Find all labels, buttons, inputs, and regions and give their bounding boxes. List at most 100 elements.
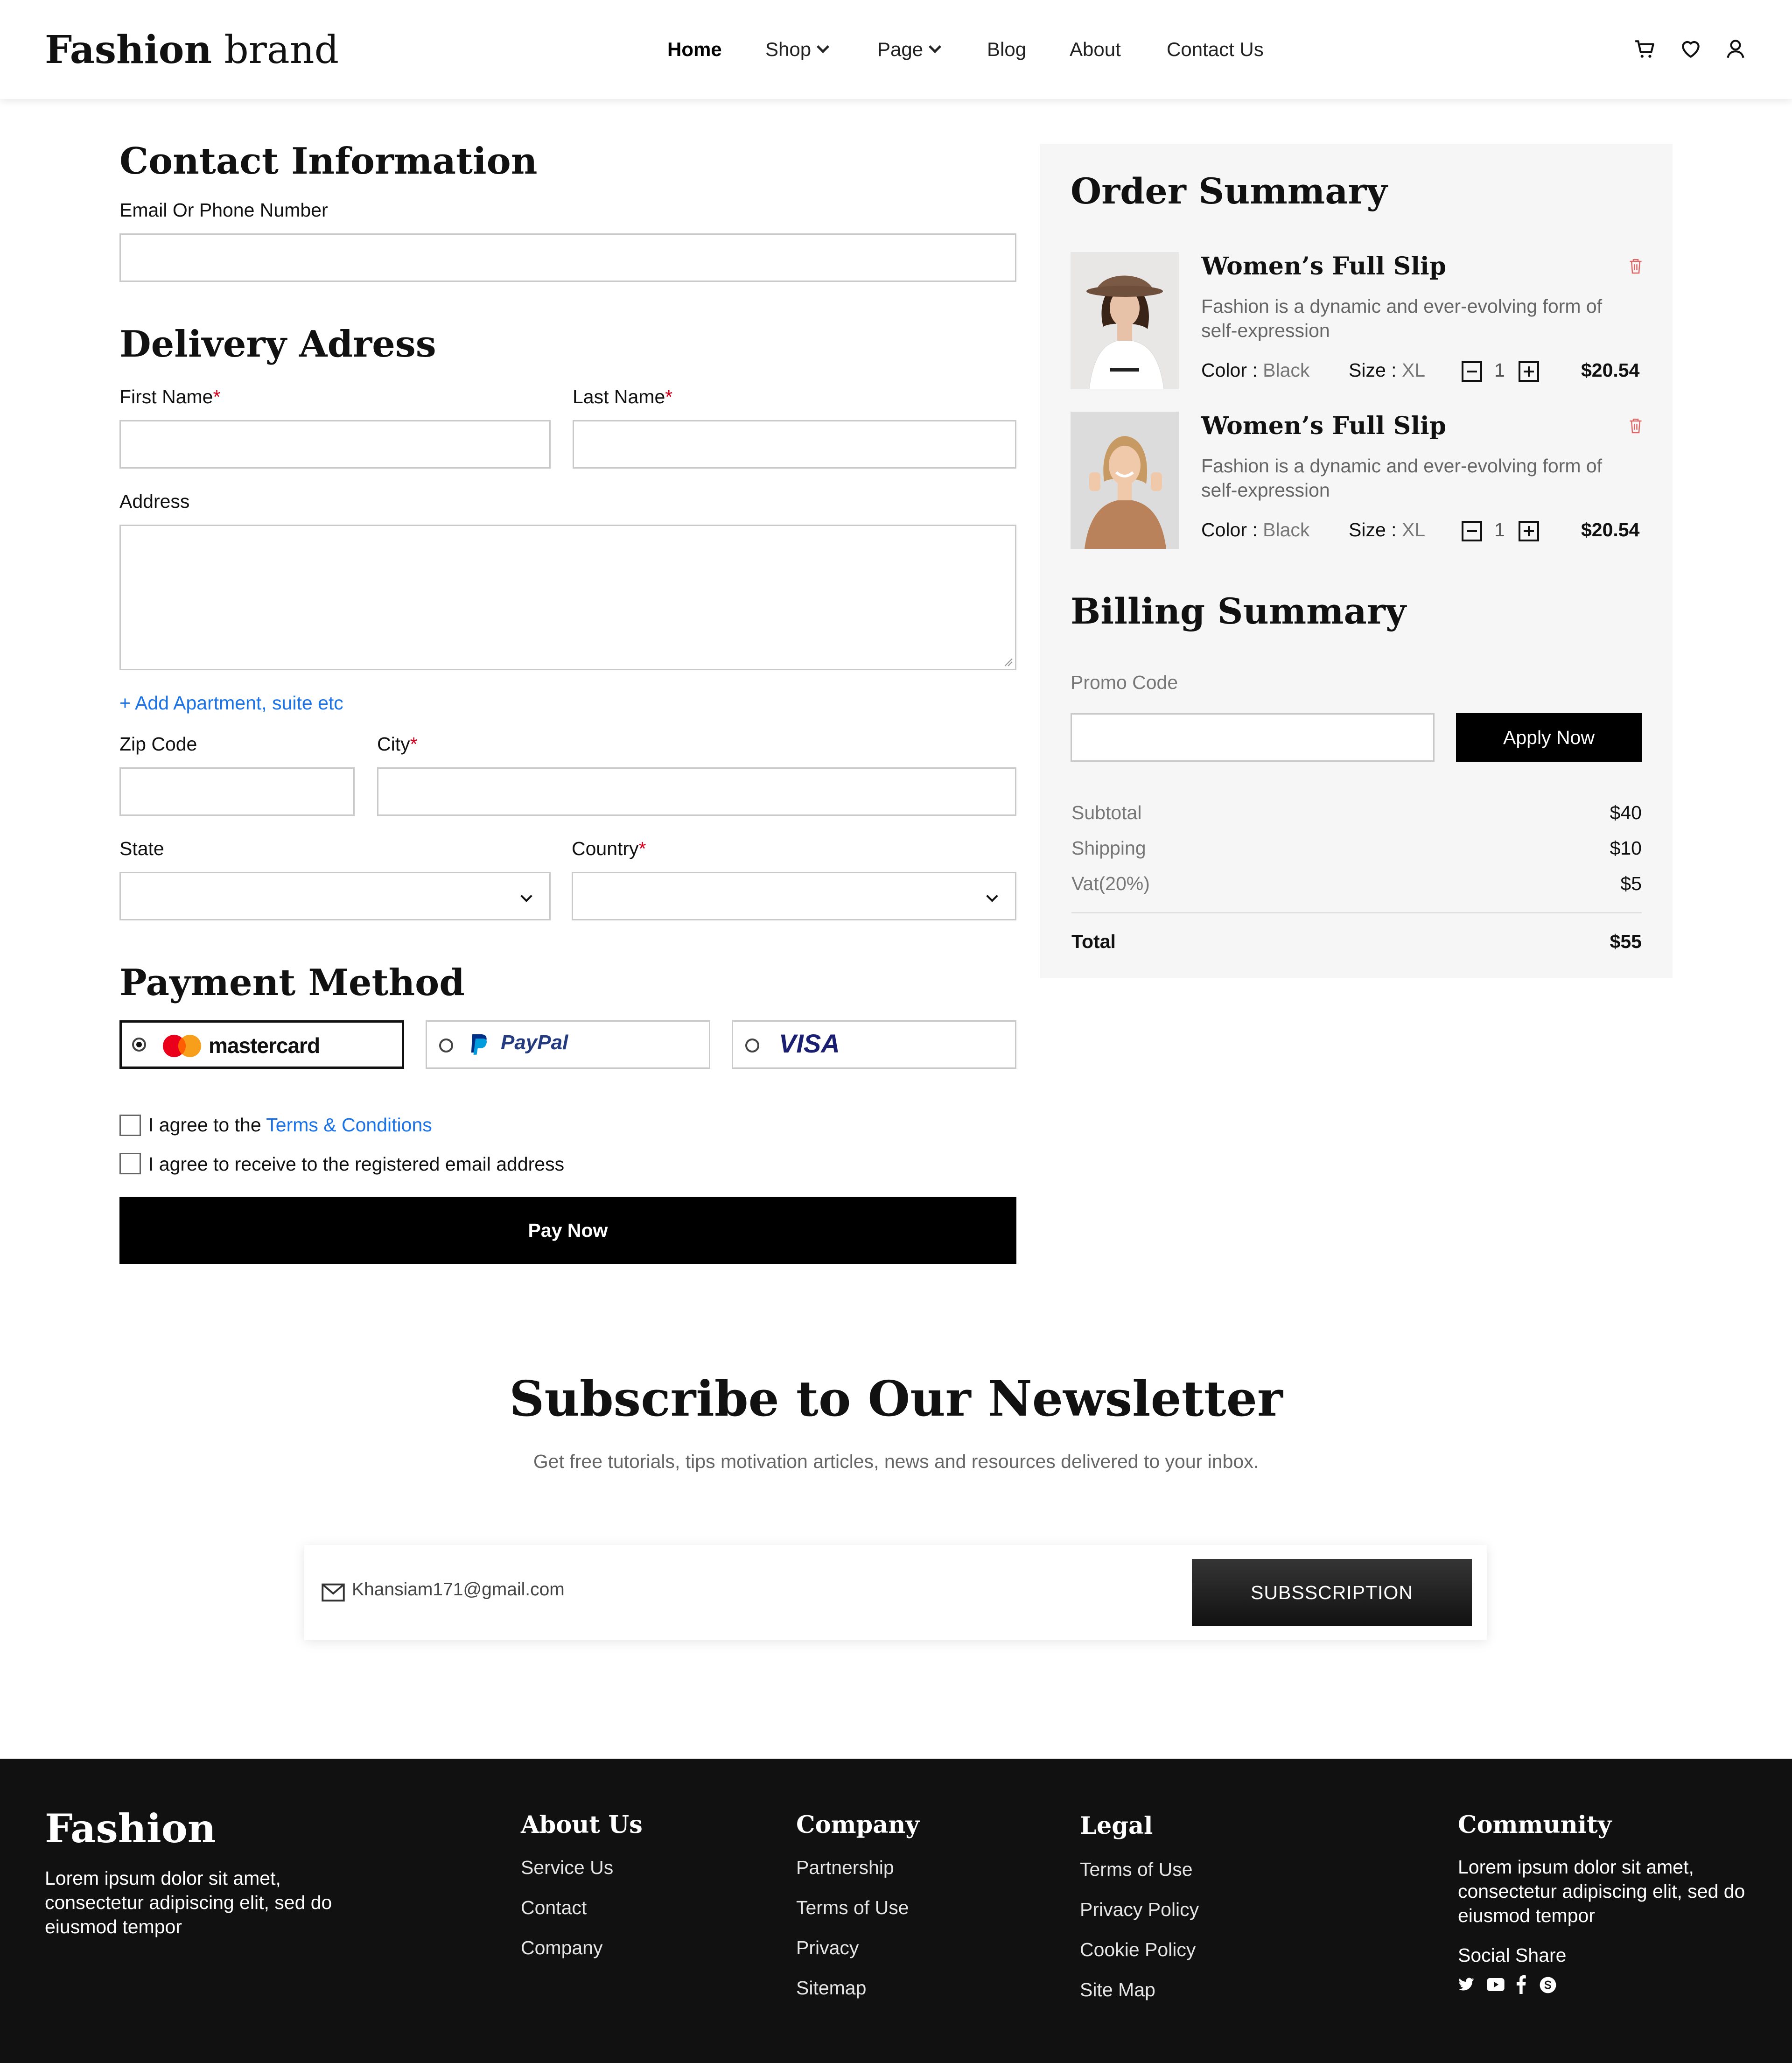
contact-title: Contact Information [119,140,538,182]
country-select[interactable] [572,872,1016,920]
nav-shop-label: Shop [765,38,812,60]
product-description: Fashion is a dynamic and ever-evolving f… [1201,295,1603,341]
footer-link-privacy[interactable]: Privacy [796,1937,859,1959]
payment-title: Payment Method [119,961,465,1004]
footer-brand-text: Lorem ipsum dolor sit amet, consectetur … [45,1867,332,1937]
email-consent-checkbox[interactable] [119,1153,141,1174]
product-price: $20.54 [1581,519,1640,540]
mastercard-logo-icon [163,1035,201,1057]
chevron-down-icon [817,41,830,53]
social-share-label: Social Share [1458,1944,1567,1966]
address-textarea[interactable] [119,525,1016,670]
footer-link-cookie-policy[interactable]: Cookie Policy [1080,1939,1196,1961]
email-field[interactable] [119,233,1016,282]
brand-logo[interactable]: Fashion brand [45,24,339,76]
delivery-title: Delivery Adress [119,323,436,365]
heart-icon[interactable] [1679,37,1702,61]
nav-page[interactable]: Page [877,35,942,63]
footer-community-title: Community [1458,1811,1612,1839]
qty-increase-button[interactable] [1519,361,1539,382]
shipping-label: Shipping [1071,837,1146,859]
footer-link-sitemap[interactable]: Sitemap [796,1977,866,1999]
nav-about[interactable]: About [1070,35,1121,63]
paypal-label: PayPal [501,1031,568,1054]
footer-link-terms-of-use[interactable]: Terms of Use [1080,1859,1193,1881]
vat-label: Vat(20%) [1071,873,1150,894]
footer-link-contact[interactable]: Contact [521,1897,587,1919]
product-title[interactable]: Women’s Full Slip [1201,412,1446,440]
footer-brand[interactable]: Fashion [45,1805,216,1852]
qty-value: 1 [1494,359,1505,381]
terms-link[interactable]: Terms & Conditions [266,1114,432,1136]
add-apartment-link[interactable]: + Add Apartment, suite etc [119,690,343,716]
color-value: Black [1263,519,1310,540]
payment-option-paypal[interactable]: PayPal [426,1020,710,1069]
radio-unselected[interactable] [439,1039,453,1053]
city-field[interactable] [377,767,1016,816]
last-name-label: Last Name* [573,384,672,410]
total-row: Total $55 [1071,931,1642,953]
trash-icon[interactable] [1629,258,1643,274]
product-price: $20.54 [1581,359,1640,381]
product-image[interactable] [1071,252,1179,389]
state-select[interactable] [119,872,551,920]
footer-link-company[interactable]: Company [521,1937,602,1959]
qty-increase-button[interactable] [1519,521,1539,541]
footer-link-service-us[interactable]: Service Us [521,1857,613,1879]
qty-decrease-button[interactable] [1462,361,1482,382]
user-icon[interactable] [1724,37,1747,61]
radio-selected[interactable] [132,1038,146,1052]
twitter-icon[interactable] [1458,1977,1475,1992]
terms-agree-text: I agree to the Terms & Conditions [148,1112,432,1138]
email-label: Email Or Phone Number [119,199,328,221]
nav-blog[interactable]: Blog [987,35,1026,63]
product-title[interactable]: Women’s Full Slip [1201,252,1446,281]
terms-checkbox[interactable] [119,1115,141,1136]
country-label-text: Country [572,838,639,859]
promo-code-input[interactable] [1071,713,1435,762]
footer-legal-title: Legal [1080,1812,1153,1840]
payment-option-visa[interactable]: VISA [732,1020,1016,1069]
payment-option-mastercard[interactable]: mastercard [119,1020,404,1069]
footer-link-partnership[interactable]: Partnership [796,1857,894,1879]
site-header: Fashion brand Home Shop Page Blog About … [0,0,1792,99]
nav-home[interactable]: Home [667,35,722,63]
nav-contact[interactable]: Contact Us [1167,35,1264,63]
shipping-value: $10 [1610,837,1642,859]
qty-decrease-button[interactable] [1462,521,1482,541]
vat-value: $5 [1620,873,1642,894]
newsletter-title: Subscribe to Our Newsletter [509,1370,1283,1427]
newsletter-email-input[interactable]: Khansiam171@gmail.com [352,1579,565,1600]
mail-icon [322,1583,345,1602]
facebook-icon[interactable] [1516,1975,1526,1994]
color-key: Color : [1201,359,1258,381]
first-name-field[interactable] [119,420,551,469]
footer-link-terms[interactable]: Terms of Use [796,1897,909,1919]
pay-now-button[interactable]: Pay Now [119,1197,1016,1264]
product-image[interactable] [1071,412,1179,549]
product-size: Size : XL [1349,359,1425,381]
youtube-icon[interactable] [1487,1978,1505,1991]
zip-label: Zip Code [119,733,197,755]
chevron-down-icon [520,890,532,902]
resize-handle-icon[interactable] [1003,657,1013,667]
radio-unselected[interactable] [745,1039,759,1053]
address-label: Address [119,491,190,512]
last-name-label-text: Last Name [573,386,665,407]
skype-icon[interactable] [1539,1976,1557,1994]
size-value: XL [1401,519,1426,540]
zip-field[interactable] [119,767,355,816]
city-label: City* [377,731,418,757]
nav-shop[interactable]: Shop [765,35,830,63]
subtotal-label: Subtotal [1071,802,1142,823]
cart-icon[interactable] [1633,37,1657,61]
footer-link-privacy-policy[interactable]: Privacy Policy [1080,1899,1199,1921]
product-color: Color : Black [1201,359,1309,381]
subscribe-button[interactable]: SUBSSCRIPTION [1192,1559,1472,1626]
last-name-field[interactable] [573,420,1016,469]
color-key: Color : [1201,519,1258,540]
trash-icon[interactable] [1629,417,1643,434]
apply-now-button[interactable]: Apply Now [1456,713,1642,762]
footer-link-site-map[interactable]: Site Map [1080,1979,1155,2001]
paypal-logo-icon [471,1034,487,1055]
